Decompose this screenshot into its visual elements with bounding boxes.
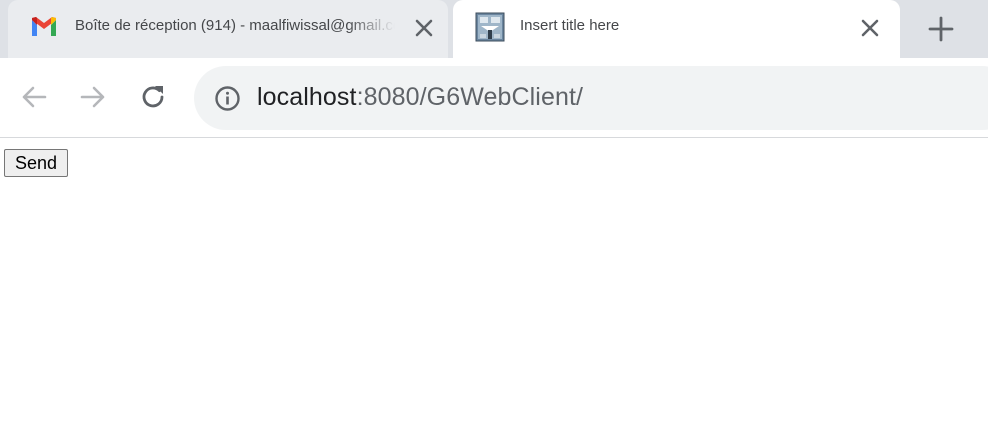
url-host: localhost xyxy=(257,83,357,111)
tab-title: Boîte de réception (914) - maalfiwissal@… xyxy=(75,17,395,34)
close-icon[interactable] xyxy=(859,17,881,39)
tab-insert-title[interactable]: Insert title here xyxy=(453,0,900,58)
new-tab-plus-icon[interactable] xyxy=(926,14,956,44)
java-web-app-icon xyxy=(475,12,505,42)
arrow-left-icon[interactable] xyxy=(19,82,49,112)
info-icon[interactable] xyxy=(214,85,241,112)
tab-gmail[interactable]: Boîte de réception (914) - maalfiwissal@… xyxy=(8,0,448,58)
page-content: Send xyxy=(0,138,988,442)
url-path: :8080/G6WebClient/ xyxy=(356,83,584,111)
arrow-right-icon[interactable] xyxy=(78,82,108,112)
toolbar: localhost:8080/G6WebClient/ xyxy=(0,58,988,138)
browser-window: Boîte de réception (914) - maalfiwissal@… xyxy=(0,0,988,442)
reload-icon[interactable] xyxy=(138,82,168,112)
send-button[interactable]: Send xyxy=(4,149,68,177)
address-bar[interactable]: localhost:8080/G6WebClient/ xyxy=(194,66,988,130)
close-icon[interactable] xyxy=(413,17,435,39)
gmail-icon xyxy=(32,17,56,36)
tab-title: Insert title here xyxy=(520,17,620,34)
url-text[interactable]: localhost:8080/G6WebClient/ xyxy=(257,83,583,112)
tab-strip: Boîte de réception (914) - maalfiwissal@… xyxy=(0,0,988,58)
